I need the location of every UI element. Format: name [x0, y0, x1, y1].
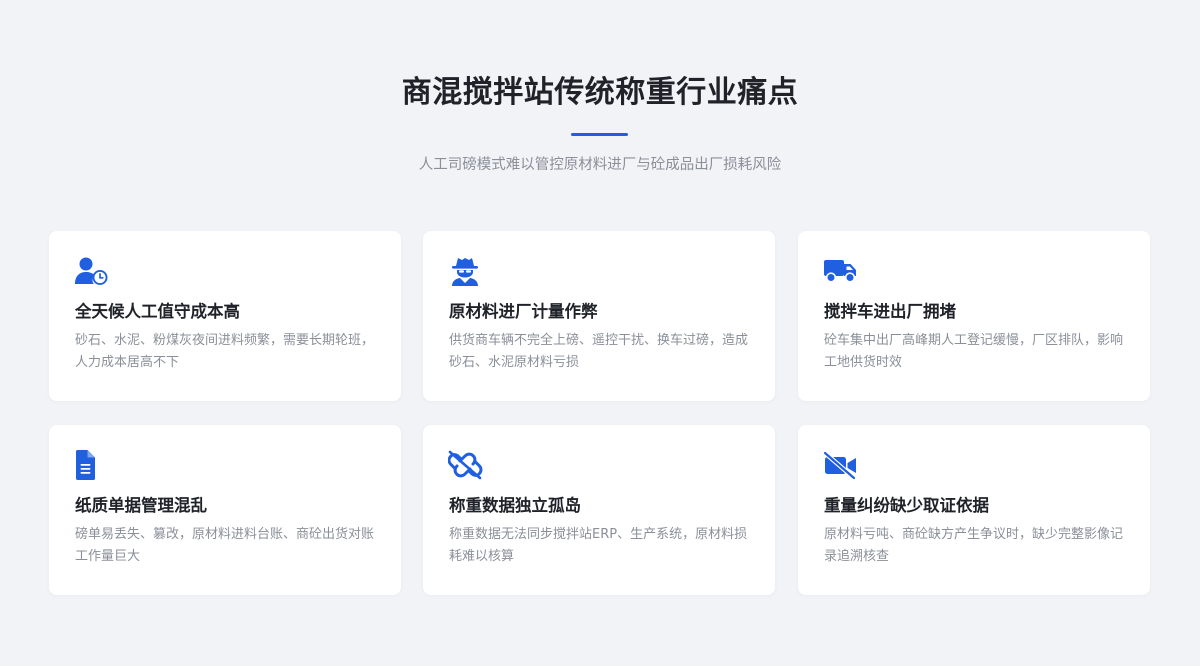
pain-point-card-dispute-evidence: 重量纠纷缺少取证依据 原材料亏吨、商砼缺方产生争议时，缺少完整影像记录追溯核查: [798, 425, 1150, 595]
card-title: 重量纠纷缺少取证依据: [824, 496, 989, 515]
title-divider: [571, 133, 628, 136]
card-title: 称重数据独立孤岛: [449, 496, 581, 515]
truck-icon: [823, 256, 859, 286]
card-description: 供货商车辆不完全上磅、遥控干扰、换车过磅，造成砂石、水泥原材料亏损: [449, 333, 749, 370]
pain-point-card-data-silo: 称重数据独立孤岛 称重数据无法同步搅拌站ERP、生产系统，原材料损耗难以核算: [423, 425, 775, 595]
card-description: 砼车集中出厂高峰期人工登记缓慢，厂区排队，影响工地供货时效: [824, 333, 1124, 370]
card-description: 称重数据无法同步搅拌站ERP、生产系统，原材料损耗难以核算: [449, 527, 748, 564]
page-subtitle: 人工司磅模式难以管控原材料进厂与砼成品出厂损耗风险: [418, 157, 782, 173]
pain-point-card-measurement-fraud: 原材料进厂计量作弊 供货商车辆不完全上磅、遥控干扰、换车过磅，造成砂石、水泥原材…: [423, 231, 775, 401]
video-slash-icon: [823, 450, 859, 480]
card-description: 砂石、水泥、粉煤灰夜间进料频繁，需要长期轮班，人力成本居高不下: [75, 333, 375, 370]
card-title: 全天候人工值守成本高: [75, 302, 240, 321]
user-secret-icon: [448, 256, 484, 286]
card-title: 搅拌车进出厂拥堵: [824, 302, 956, 321]
user-clock-icon: [74, 256, 110, 286]
page-title: 商混搅拌站传统称重行业痛点: [401, 75, 799, 110]
pain-point-card-paper-records: 纸质单据管理混乱 磅单易丢失、篡改，原材料进料台账、商砼出货对账工作量巨大: [49, 425, 401, 595]
pain-point-card-truck-congestion: 搅拌车进出厂拥堵 砼车集中出厂高峰期人工登记缓慢，厂区排队，影响工地供货时效: [798, 231, 1150, 401]
unlink-icon: [448, 450, 484, 480]
card-description: 磅单易丢失、篡改，原材料进料台账、商砼出货对账工作量巨大: [75, 527, 375, 564]
pain-point-card-labor-cost: 全天候人工值守成本高 砂石、水泥、粉煤灰夜间进料频繁，需要长期轮班，人力成本居高…: [49, 231, 401, 401]
card-title: 原材料进厂计量作弊: [449, 302, 598, 321]
file-icon: [74, 450, 110, 480]
card-description: 原材料亏吨、商砼缺方产生争议时，缺少完整影像记录追溯核查: [824, 527, 1124, 564]
card-title: 纸质单据管理混乱: [75, 496, 207, 515]
